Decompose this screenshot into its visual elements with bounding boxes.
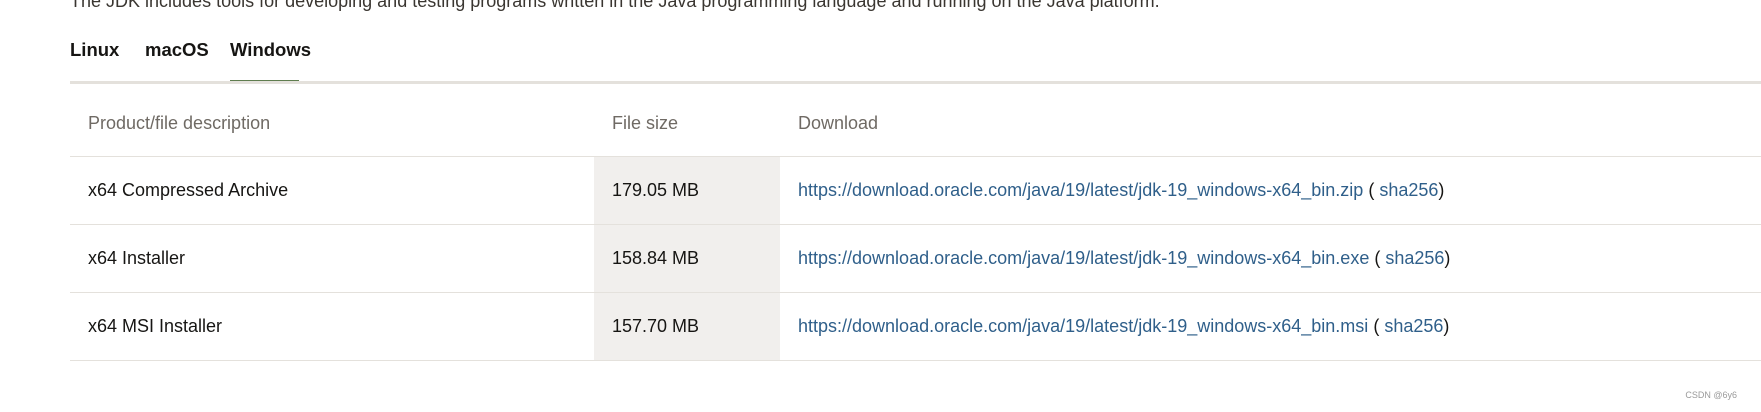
tab-windows[interactable]: Windows [230, 38, 312, 84]
checksum-link[interactable]: sha256 [1385, 248, 1444, 268]
row-download: https://download.oracle.com/java/19/late… [780, 224, 1761, 293]
row-description: x64 Installer [70, 224, 594, 293]
tab-macos[interactable]: macOS [145, 38, 209, 84]
paren-close: ) [1444, 248, 1451, 268]
checksum-link[interactable]: sha256 [1379, 180, 1438, 200]
table-row: x64 MSI Installer 157.70 MB https://down… [70, 292, 1761, 361]
tab-linux[interactable]: Linux [70, 38, 119, 84]
row-file-size: 179.05 MB [594, 156, 780, 225]
download-link[interactable]: https://download.oracle.com/java/19/late… [798, 316, 1368, 336]
paren-close: ) [1443, 316, 1450, 336]
header-description: Product/file description [70, 90, 594, 157]
row-download: https://download.oracle.com/java/19/late… [780, 156, 1761, 225]
header-file-size: File size [594, 90, 780, 157]
paren-close: ) [1438, 180, 1445, 200]
download-link[interactable]: https://download.oracle.com/java/19/late… [798, 248, 1369, 268]
download-link[interactable]: https://download.oracle.com/java/19/late… [798, 180, 1363, 200]
table-header-row: Product/file description File size Downl… [70, 90, 1761, 157]
tab-label: Linux [70, 39, 120, 60]
row-download: https://download.oracle.com/java/19/late… [780, 292, 1761, 361]
tabs-divider [70, 81, 1761, 84]
row-file-size: 158.84 MB [594, 224, 780, 293]
platform-tabs: Linux macOS Windows [70, 38, 1761, 84]
paren-open: ( [1368, 180, 1380, 200]
row-description: x64 Compressed Archive [70, 156, 594, 225]
row-description: x64 MSI Installer [70, 292, 594, 361]
checksum-link[interactable]: sha256 [1384, 316, 1443, 336]
intro-text: The JDK includes tools for developing an… [70, 0, 1160, 11]
row-file-size: 157.70 MB [594, 292, 780, 361]
paren-open: ( [1373, 316, 1385, 336]
tab-label: macOS [145, 39, 209, 60]
tab-label: Windows [230, 39, 312, 60]
jdk-download-page: The JDK includes tools for developing an… [0, 0, 1761, 412]
paren-open: ( [1374, 248, 1386, 268]
table-row: x64 Compressed Archive 179.05 MB https:/… [70, 156, 1761, 225]
header-download: Download [780, 90, 1761, 157]
table-row: x64 Installer 158.84 MB https://download… [70, 224, 1761, 293]
download-table: Product/file description File size Downl… [70, 90, 1761, 361]
watermark: CSDN @6y6 [1685, 390, 1737, 400]
